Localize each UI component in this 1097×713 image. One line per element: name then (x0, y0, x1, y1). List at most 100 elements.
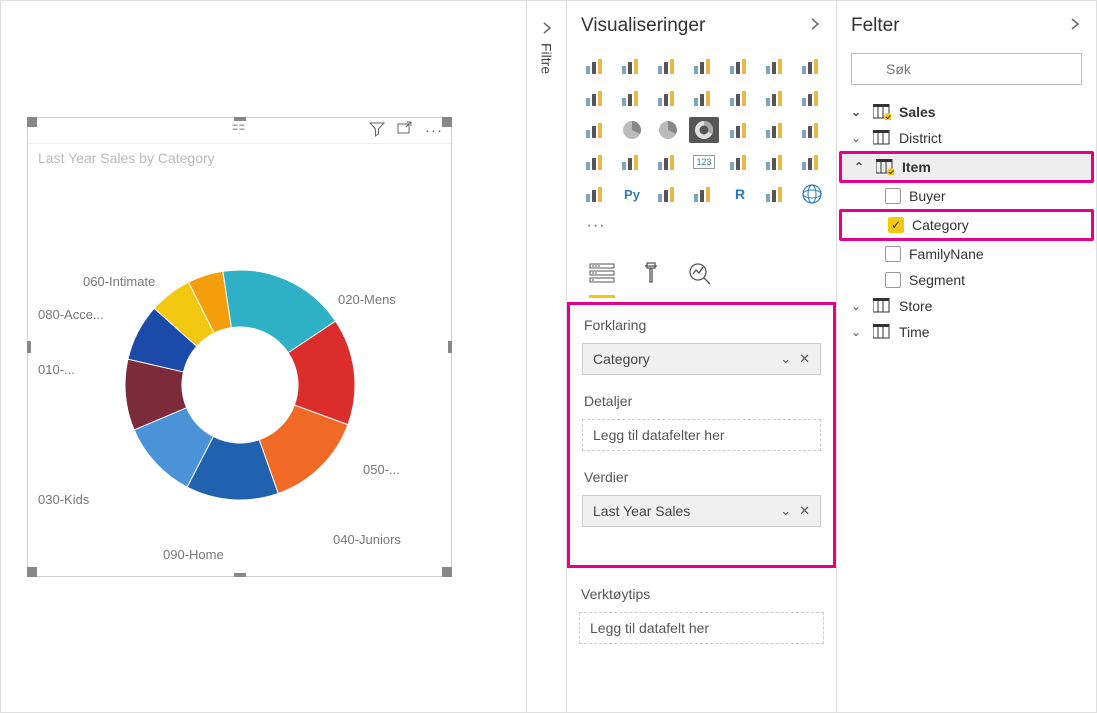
viz-type-tbl2[interactable] (653, 181, 683, 207)
viz-type-col-clustered[interactable] (689, 53, 719, 79)
tooltips-drop-target[interactable]: Legg til datafelt her (579, 612, 824, 644)
viz-type-donut[interactable] (689, 117, 719, 143)
field-buyer[interactable]: Buyer (839, 183, 1094, 209)
viz-type-map[interactable] (725, 117, 755, 143)
tooltips-well-label: Verktøytips (581, 586, 822, 602)
viz-type-line-col[interactable] (653, 85, 683, 111)
filter-icon[interactable] (369, 121, 385, 141)
viz-type-line-col2[interactable] (689, 85, 719, 111)
field-checkbox[interactable] (885, 188, 901, 204)
viz-type-col-100[interactable] (725, 53, 755, 79)
viz-type-filled-map[interactable] (761, 117, 791, 143)
field-checkbox[interactable] (885, 246, 901, 262)
slice-label: 080-Acce... (38, 307, 104, 322)
viz-type-treemap[interactable] (581, 117, 611, 143)
viz-type-slicer[interactable] (725, 149, 755, 175)
focus-mode-icon[interactable] (397, 121, 413, 141)
field-label: FamilyNane (909, 246, 984, 262)
remove-field-icon[interactable]: ✕ (799, 503, 810, 519)
viz-type-py[interactable]: Py (617, 181, 647, 207)
fields-tab-icon[interactable] (589, 261, 615, 298)
chevron-down-icon[interactable]: ⌄ (851, 105, 865, 119)
viz-type-area-stacked[interactable] (617, 85, 647, 111)
field-familyname[interactable]: FamilyNane (839, 241, 1094, 267)
viz-type-bar-clustered[interactable] (617, 53, 647, 79)
table-icon (876, 159, 894, 175)
viz-type-pie[interactable] (653, 117, 683, 143)
chevron-down-icon[interactable]: ⌄ (851, 325, 865, 339)
table-icon (873, 104, 891, 120)
chevron-down-icon[interactable]: ⌄ (780, 503, 791, 519)
field-checkbox[interactable] (885, 272, 901, 288)
resize-handle[interactable] (27, 117, 37, 127)
filters-pane-collapsed[interactable]: Filtre (526, 1, 566, 712)
values-field-pill[interactable]: Last Year Sales ⌄ ✕ (582, 495, 821, 527)
legend-field-pill[interactable]: Category ⌄ ✕ (582, 343, 821, 375)
collapse-icon[interactable] (1068, 17, 1082, 36)
format-tab-icon[interactable] (639, 261, 663, 298)
chevron-down-icon[interactable]: ⌄ (780, 351, 791, 367)
viz-type-gauge[interactable] (581, 149, 611, 175)
chevron-up-icon[interactable]: ⌃ (854, 160, 868, 174)
viz-type-line[interactable] (797, 53, 827, 79)
viz-type-ellipsis[interactable]: ··· (581, 213, 611, 239)
details-drop-target[interactable]: Legg til datafelter her (582, 419, 821, 451)
more-options-icon[interactable]: ··· (425, 122, 443, 139)
viz-type-pie-basic[interactable] (617, 117, 647, 143)
viz-type-card[interactable] (617, 149, 647, 175)
field-format-tabs (567, 247, 836, 302)
field-label: Category (912, 217, 969, 233)
viz-type-area[interactable] (581, 85, 611, 111)
slice-label: 010-... (38, 362, 75, 377)
remove-field-icon[interactable]: ✕ (799, 351, 810, 367)
table-label: Store (899, 298, 932, 314)
resize-handle[interactable] (27, 567, 37, 577)
viz-type-matrix[interactable] (797, 149, 827, 175)
viz-type-r[interactable]: R (725, 181, 755, 207)
table-sales[interactable]: ⌄ Sales (839, 99, 1094, 125)
table-label: Item (902, 159, 931, 175)
filters-label: Filtre (539, 43, 555, 74)
expand-icon[interactable] (539, 21, 555, 35)
viz-type-scatter2[interactable] (761, 181, 791, 207)
table-district[interactable]: ⌄ District (839, 125, 1094, 151)
search-input[interactable] (851, 53, 1082, 85)
viz-type-table[interactable] (761, 149, 791, 175)
viz-type-globe[interactable] (797, 181, 827, 207)
viz-type-key[interactable] (689, 181, 719, 207)
donut-chart-visual[interactable]: ━━━━ ··· Last Year Sales by Category 020… (27, 117, 452, 577)
wells-highlight: Forklaring Category ⌄ ✕ Detaljer Legg ti… (567, 302, 836, 568)
table-icon (873, 324, 891, 340)
resize-handle[interactable] (442, 117, 452, 127)
viz-type-ribbon[interactable] (725, 85, 755, 111)
field-segment[interactable]: Segment (839, 267, 1094, 293)
field-checkbox-checked[interactable] (888, 217, 904, 233)
table-icon (873, 298, 891, 314)
table-time[interactable]: ⌄ Time (839, 319, 1094, 345)
field-category[interactable]: Category (839, 209, 1094, 241)
viz-type-scatter[interactable] (797, 85, 827, 111)
slice-label: 030-Kids (38, 492, 89, 507)
viz-type-123[interactable]: 123 (689, 149, 719, 175)
analytics-tab-icon[interactable] (687, 261, 713, 298)
viz-type-bar-100[interactable] (761, 53, 791, 79)
chevron-down-icon[interactable]: ⌄ (851, 299, 865, 313)
collapse-icon[interactable] (808, 17, 822, 36)
viz-type-col-stacked[interactable] (653, 53, 683, 79)
fields-tree: ⌄ Sales ⌄ District ⌃ Item (837, 99, 1096, 345)
chevron-down-icon[interactable]: ⌄ (851, 131, 865, 145)
table-label: Sales (899, 104, 936, 120)
table-store[interactable]: ⌄ Store (839, 293, 1094, 319)
viz-type-funnel[interactable] (797, 117, 827, 143)
table-item[interactable]: ⌃ Item (839, 151, 1094, 183)
viz-type-waterfall[interactable] (761, 85, 791, 111)
report-canvas[interactable]: ━━━━ ··· Last Year Sales by Category 020… (1, 1, 526, 712)
resize-handle[interactable] (234, 573, 246, 577)
drag-grip-icon[interactable]: ━━━━ (233, 124, 247, 132)
viz-type-bar-stacked[interactable] (581, 53, 611, 79)
resize-handle[interactable] (442, 567, 452, 577)
chart-title: Last Year Sales by Category (28, 144, 451, 172)
values-well-label: Verdier (584, 469, 819, 485)
viz-type-r-tbl[interactable] (581, 181, 611, 207)
viz-type-kpi[interactable] (653, 149, 683, 175)
